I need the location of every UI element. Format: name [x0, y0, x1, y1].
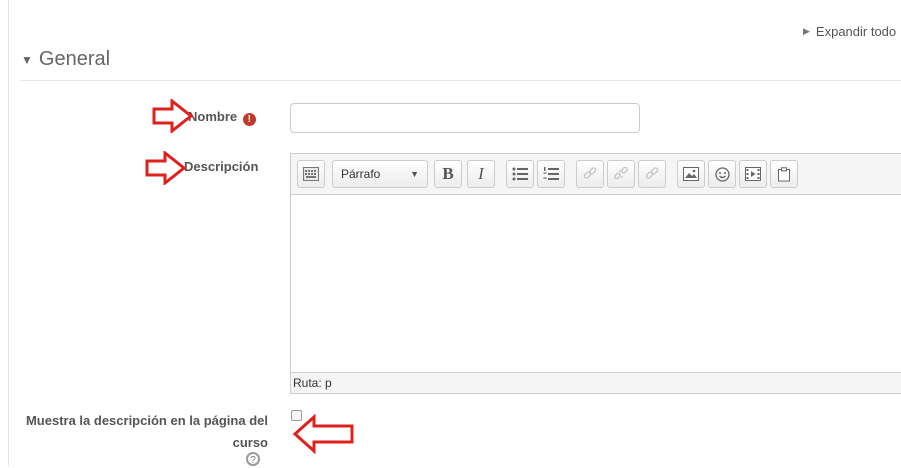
expand-all-label: Expandir todo	[815, 24, 897, 39]
caret-down-icon: ▼	[21, 52, 33, 67]
name-input[interactable]	[290, 103, 640, 133]
image-icon	[683, 167, 699, 181]
annotation-arrow-left-icon	[292, 414, 354, 454]
link-icon	[583, 167, 597, 179]
chevron-down-icon: ▼	[410, 169, 419, 179]
italic-button[interactable]: I	[467, 160, 495, 188]
required-icon: !	[242, 113, 256, 126]
triangle-right-icon: ▶	[803, 26, 810, 36]
section-title: General	[38, 48, 111, 70]
section-general-header[interactable]: ▼ General	[21, 48, 110, 71]
editor-statusbar: Ruta: p	[291, 372, 901, 393]
format-select-value: Párrafo	[341, 167, 381, 181]
editor-toolbar: Párrafo ▼ B I	[291, 154, 901, 195]
section-divider	[20, 80, 901, 81]
paragraph-format-select[interactable]: Párrafo ▼	[332, 160, 428, 188]
numbered-list-button[interactable]	[537, 160, 565, 188]
show-description-label: Muestra la descripción en la página del …	[25, 413, 268, 450]
insert-media-button[interactable]	[739, 160, 767, 188]
bold-button[interactable]: B	[434, 160, 462, 188]
toolbar-toggle-button[interactable]	[297, 160, 325, 188]
editor-content-area[interactable]	[291, 195, 901, 373]
insert-image-button[interactable]	[677, 160, 705, 188]
film-icon	[745, 167, 761, 181]
name-label: Nombre	[188, 109, 238, 124]
annotation-arrow-right-icon	[145, 151, 187, 185]
bullet-list-icon	[512, 167, 528, 181]
anchor-link-button[interactable]	[638, 160, 666, 188]
emoticon-button[interactable]	[708, 160, 736, 188]
smiley-icon	[714, 166, 730, 182]
description-editor: Párrafo ▼ B I Ruta: p	[290, 153, 901, 394]
bullet-list-button[interactable]	[506, 160, 534, 188]
manage-files-button[interactable]	[770, 160, 798, 188]
page-left-border	[8, 0, 9, 466]
description-label: Descripción	[184, 159, 259, 174]
link-button[interactable]	[576, 160, 604, 188]
chain-link-icon	[645, 167, 659, 179]
annotation-arrow-right-icon	[152, 99, 194, 133]
numbered-list-icon	[543, 167, 559, 180]
keyboard-grid-icon	[303, 167, 319, 181]
editor-path: Ruta: p	[293, 376, 332, 390]
help-icon[interactable]: ?	[246, 452, 260, 466]
expand-all-link[interactable]: ▶ Expandir todo	[803, 24, 896, 39]
name-label-row: Nombre !	[188, 109, 256, 126]
unlink-icon	[614, 167, 628, 180]
unlink-button[interactable]	[607, 160, 635, 188]
clipboard-icon	[778, 166, 790, 181]
